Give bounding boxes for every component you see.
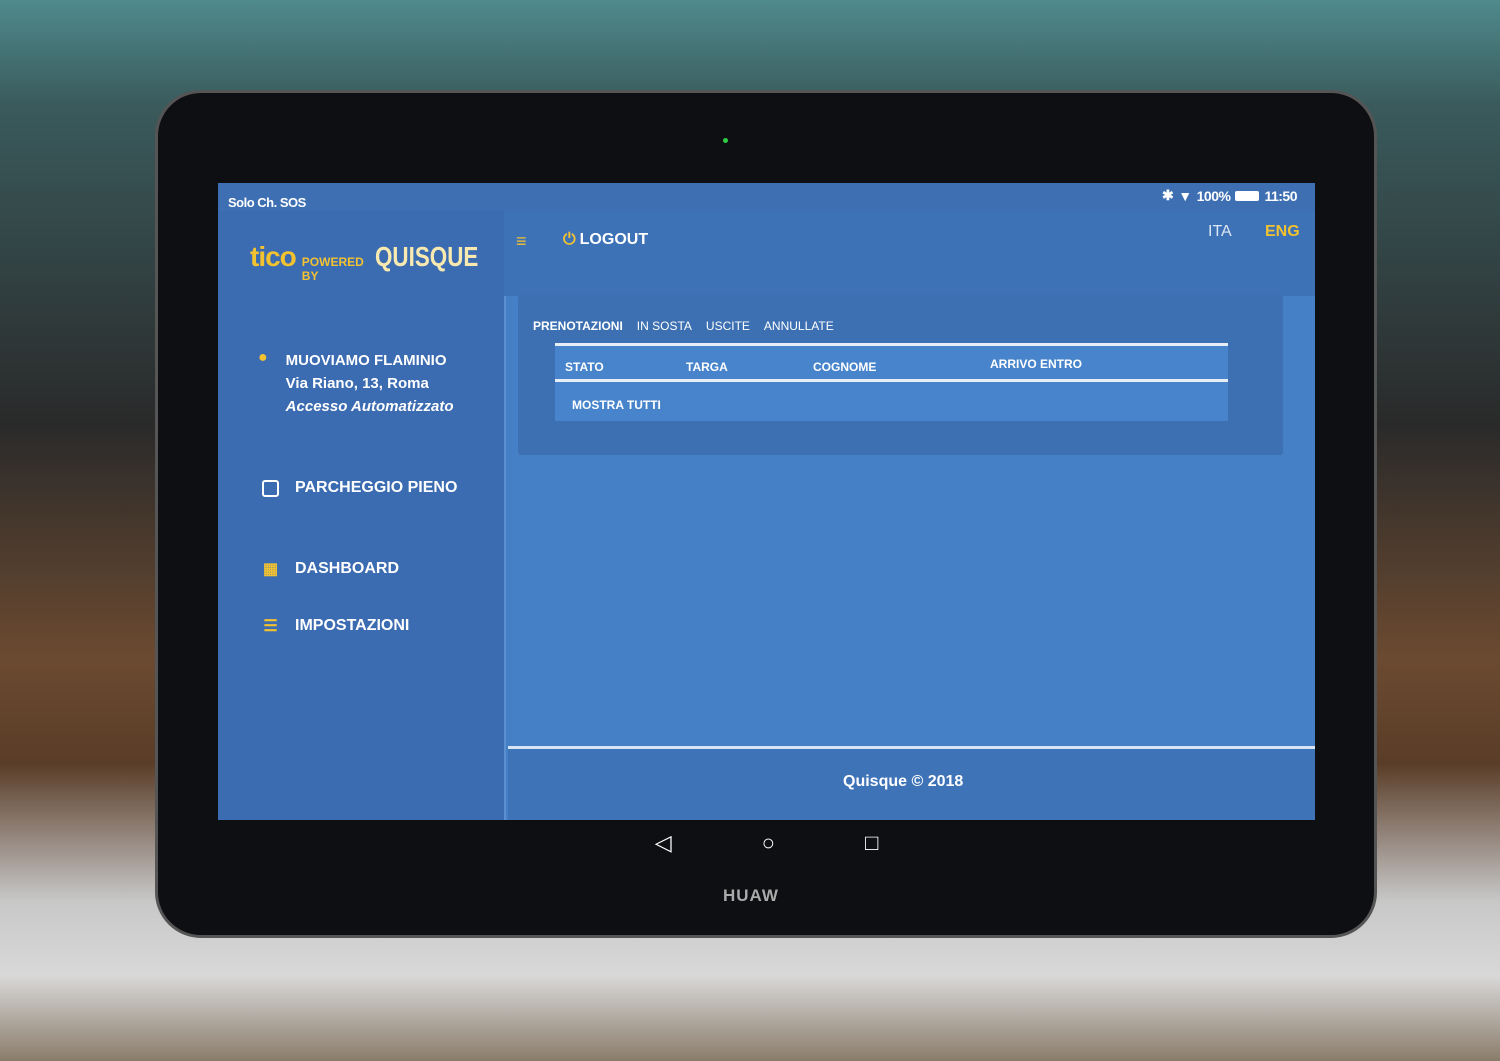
checkbox-icon[interactable] (262, 479, 279, 497)
logo: tico POWERED BY QUISQUE (250, 241, 504, 283)
power-icon: ⏻ (563, 231, 576, 248)
logout-label: LOGOUT (579, 231, 649, 248)
tab-uscite[interactable]: USCITE (706, 319, 750, 333)
logout-button[interactable]: ⏻ LOGOUT (563, 231, 648, 249)
sidebar-item-parcheggio-pieno[interactable]: PARCHEGGIO PIENO (262, 479, 457, 497)
sidebar-item-dashboard[interactable]: ▦ DASHBOARD (262, 559, 399, 579)
status-bar: Solo Ch. SOS ✱ ▼ 100% 11:50 (218, 183, 1315, 211)
sliders-icon: ☰ (263, 618, 278, 635)
location-access: Accesso Automatizzato (285, 398, 454, 415)
battery-icon (1235, 190, 1260, 201)
recents-icon[interactable]: □ (865, 830, 878, 856)
column-stato[interactable]: STATO (565, 360, 604, 374)
location-pin-icon: ● (258, 349, 268, 366)
screen: tico POWERED BY QUISQUE ● MUOVIAMO FLAMI… (218, 183, 1315, 820)
show-all-button[interactable]: MOSTRA TUTTI (572, 398, 661, 412)
tab-prenotazioni[interactable]: PRENOTAZIONI (533, 319, 623, 333)
footer-text: Quisque © 2018 (843, 773, 964, 790)
back-icon[interactable]: ◁ (655, 830, 672, 856)
column-arrivo-entro[interactable]: ARRIVO ENTRO (990, 357, 1082, 371)
tablet-device: tico POWERED BY QUISQUE ● MUOVIAMO FLAMI… (155, 90, 1377, 938)
reservations-table: STATO TARGA COGNOME ARRIVO ENTRO MOSTRA … (555, 343, 1228, 421)
sidebar-item-impostazioni[interactable]: ☰ IMPOSTAZIONI (262, 616, 409, 636)
sidebar-item-label: PARCHEGGIO PIENO (295, 479, 458, 496)
grid-icon: ▦ (262, 561, 279, 578)
lang-eng-button[interactable]: ENG (1265, 223, 1300, 241)
sidebar: tico POWERED BY QUISQUE ● MUOVIAMO FLAMI… (218, 211, 504, 820)
logo-powered-by: POWERED BY (301, 255, 364, 283)
hamburger-menu-icon[interactable]: ≡ (516, 231, 527, 252)
clock: 11:50 (1264, 187, 1297, 204)
location-address: Via Riano, 13, Roma (285, 375, 429, 392)
sidebar-item-label: DASHBOARD (295, 560, 399, 577)
logo-quisque: QUISQUE (374, 241, 479, 272)
tabs: PRENOTAZIONI IN SOSTA USCITE ANNULLATE (533, 319, 834, 333)
lang-ita-button[interactable]: ITA (1208, 223, 1232, 241)
sidebar-item-label: IMPOSTAZIONI (295, 617, 410, 634)
tab-annullate[interactable]: ANNULLATE (764, 319, 834, 333)
home-icon[interactable]: ○ (762, 830, 775, 856)
device-brand-logo: HUAW (723, 886, 779, 905)
tab-in-sosta[interactable]: IN SOSTA (637, 319, 692, 333)
footer: Quisque © 2018 (508, 746, 1315, 820)
camera (723, 138, 728, 143)
table-header: STATO TARGA COGNOME ARRIVO ENTRO (555, 346, 1228, 382)
bluetooth-icon: ✱ (1162, 187, 1174, 203)
wifi-icon: ▼ (1178, 187, 1192, 204)
reservations-panel: PRENOTAZIONI IN SOSTA USCITE ANNULLATE S… (518, 295, 1283, 455)
column-targa[interactable]: TARGA (686, 360, 728, 374)
logo-tico: tico (250, 241, 297, 272)
column-cognome[interactable]: COGNOME (813, 360, 876, 374)
location-info: ● MUOVIAMO FLAMINIO Via Riano, 13, Roma … (258, 349, 453, 418)
carrier-label: Solo Ch. SOS (228, 195, 306, 210)
android-nav-bar: ◁ ○ □ (218, 820, 1315, 865)
top-bar (504, 211, 1315, 296)
battery-percent: 100% (1196, 187, 1231, 204)
location-name: MUOVIAMO FLAMINIO (285, 352, 447, 369)
